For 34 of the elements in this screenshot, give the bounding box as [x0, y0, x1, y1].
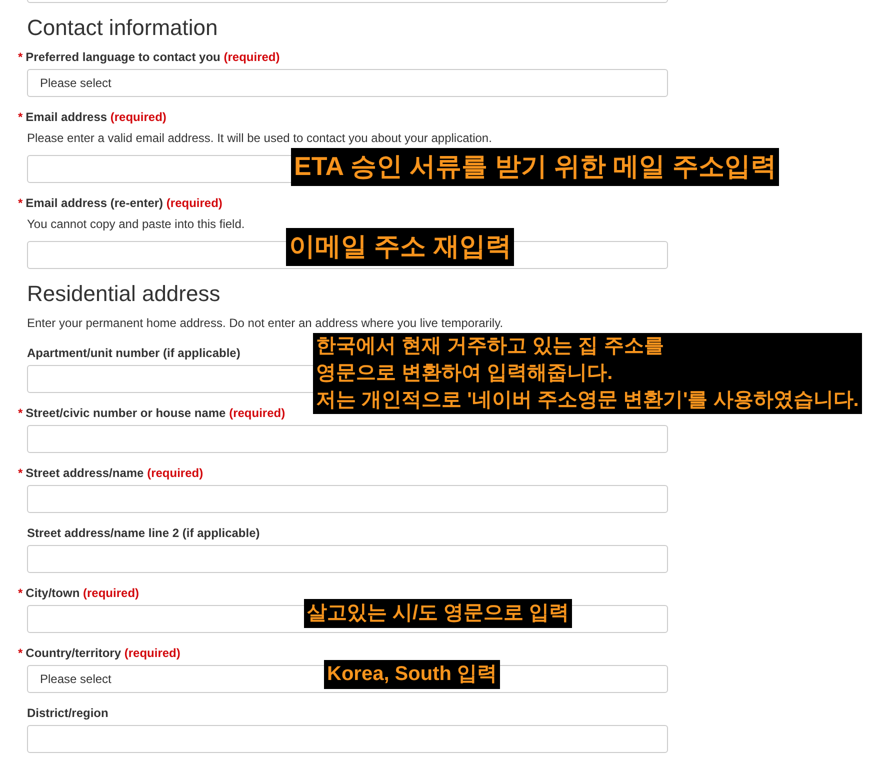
field-hint: Please enter a valid email address. It will be used to contact you about your application. — [27, 130, 492, 146]
annotation-tooltip: 살고있는 시/도 영문으로 입력 — [304, 599, 572, 628]
required-note: (required) — [166, 196, 222, 210]
required-asterisk: * — [18, 646, 23, 660]
section-intro: Enter your permanent home address. Do not enter an address where you live temporarily. — [27, 315, 504, 331]
field-label: Street address/name — [26, 466, 144, 480]
required-asterisk: * — [18, 466, 23, 480]
field-label: Preferred language to contact you — [26, 50, 220, 64]
annotation-tooltip: 한국에서 현재 거주하고 있는 집 주소를 영문으로 변환하여 입력해줍니다. 저는 개인적으로 '네이버 주소영문 변환기'를 사용하였습니다. — [313, 333, 862, 414]
field-label: Street address/name line 2 (if applicable) — [27, 526, 260, 540]
field-hint: You cannot copy and paste into this field. — [27, 216, 245, 232]
required-asterisk: * — [18, 406, 23, 420]
annotation-tooltip: 이메일 주소 재입력 — [286, 228, 514, 266]
field-label: Street/civic number or house name — [26, 406, 226, 420]
section-heading: Residential address — [27, 281, 220, 307]
required-note: (required) — [124, 646, 180, 660]
required-asterisk: * — [18, 50, 23, 64]
required-note: (required) — [229, 406, 286, 420]
section-heading: Contact information — [27, 15, 218, 41]
required-note: (required) — [110, 110, 166, 124]
field-label: City/town — [26, 586, 80, 600]
field-label: Country/territory — [26, 646, 122, 660]
required-asterisk: * — [18, 196, 23, 210]
required-asterisk: * — [18, 586, 23, 600]
annotation-tooltip: ETA 승인 서류를 받기 위한 메일 주소입력 — [291, 148, 780, 186]
field-label: Email address (re-enter) — [26, 196, 164, 210]
required-note: (required) — [224, 50, 280, 64]
required-note: (required) — [83, 586, 140, 600]
field-label: District/region — [27, 706, 108, 720]
required-note: (required) — [147, 466, 204, 480]
field-label: Email address — [26, 110, 108, 124]
field-label: Apartment/unit number (if applicable) — [27, 346, 240, 360]
annotation-tooltip: Korea, South 입력 — [324, 660, 500, 689]
required-asterisk: * — [18, 110, 23, 124]
